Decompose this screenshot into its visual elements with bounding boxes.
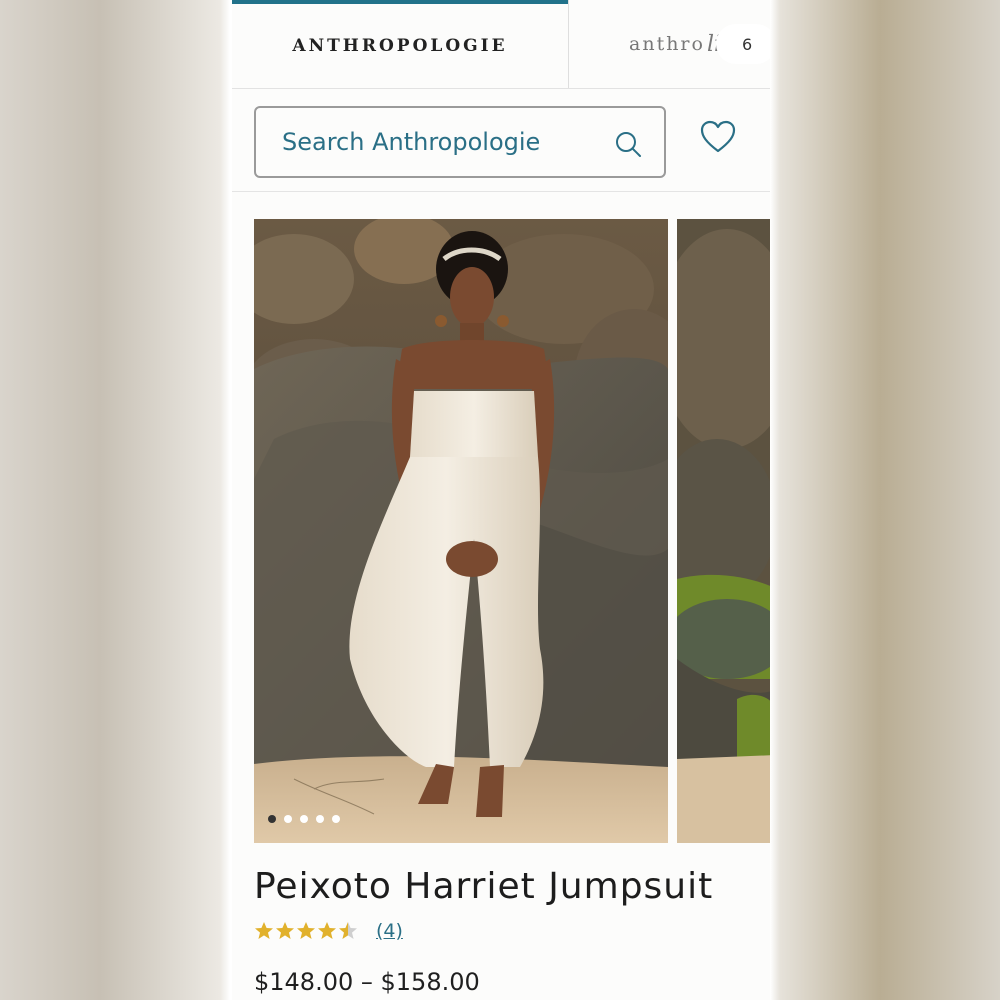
product-price: $148.00 – $158.00: [254, 968, 480, 996]
next-slide-badge-text: 6: [742, 34, 753, 54]
product-rating: (4): [254, 920, 403, 942]
brand-tabs: ANTHROPOLOGIE anthro living: [232, 0, 770, 89]
carousel-dot[interactable]: [300, 815, 308, 823]
next-product-image[interactable]: [677, 219, 770, 843]
search-row: [232, 89, 770, 192]
next-slide-badge[interactable]: 6: [716, 24, 770, 64]
product-image-carousel[interactable]: [254, 219, 770, 843]
carousel-dot[interactable]: [332, 815, 340, 823]
search-input[interactable]: [280, 127, 604, 157]
star-icon: [318, 922, 336, 939]
heart-icon[interactable]: [700, 120, 736, 154]
search-icon[interactable]: [614, 130, 642, 158]
tab-anthropologie-label: ANTHROPOLOGIE: [292, 36, 508, 56]
half-star-icon: [339, 922, 357, 939]
tab-anthropologie[interactable]: ANTHROPOLOGIE: [232, 0, 568, 88]
carousel-dot[interactable]: [268, 815, 276, 823]
product-image[interactable]: [254, 219, 668, 843]
star-icon: [276, 922, 294, 939]
star-icon: [255, 922, 273, 939]
reviews-link[interactable]: (4): [376, 920, 403, 942]
carousel-dot[interactable]: [284, 815, 292, 823]
mobile-page: ANTHROPOLOGIE anthro living: [232, 0, 770, 1000]
carousel-dot[interactable]: [316, 815, 324, 823]
star-icon: [297, 922, 315, 939]
tab-anthro-living-prefix: anthro: [629, 33, 705, 55]
search-box[interactable]: [254, 106, 666, 178]
star-rating-icons: [255, 922, 357, 939]
carousel-dots: [268, 815, 340, 823]
product-title: Peixoto Harriet Jumpsuit: [254, 866, 714, 907]
